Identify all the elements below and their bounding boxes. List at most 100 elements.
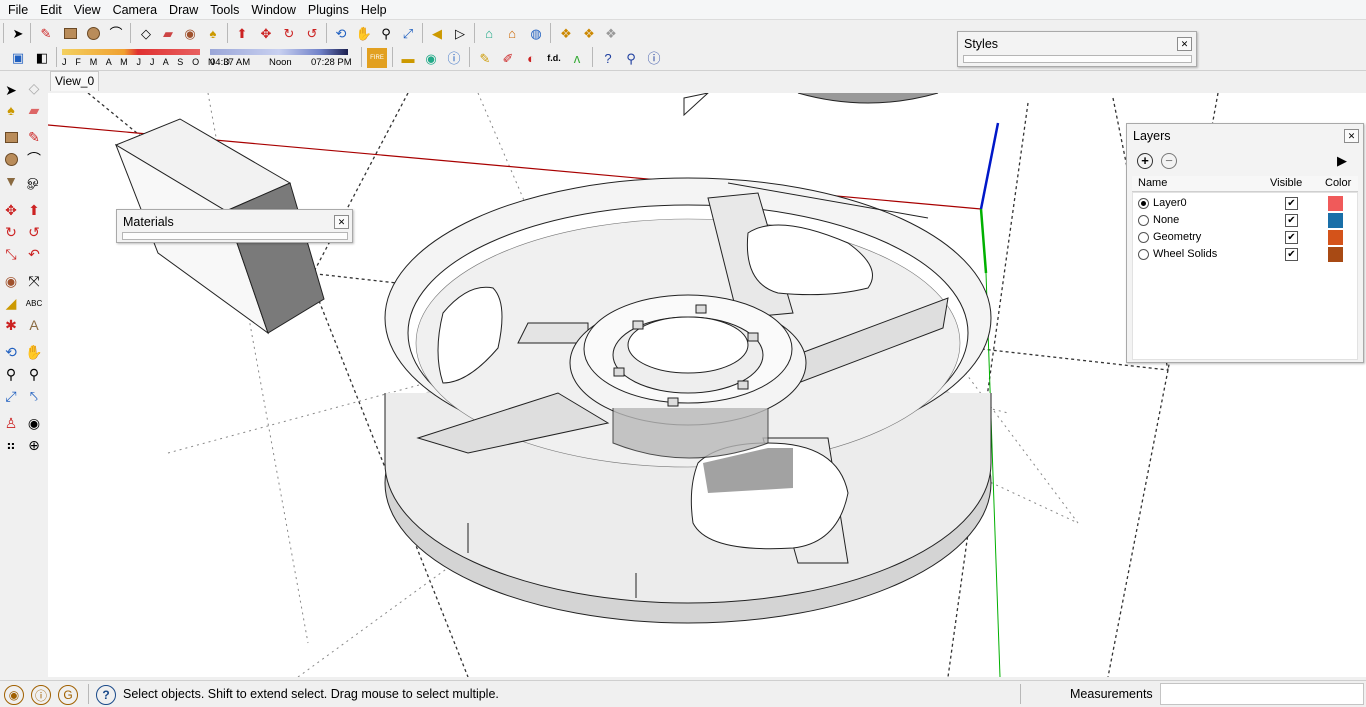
shadow-settings-icon[interactable]: ▣	[8, 47, 28, 67]
text-icon[interactable]: ABC	[24, 293, 44, 313]
time-slider[interactable]	[210, 49, 348, 55]
freehand-icon[interactable]: ௐ	[24, 171, 44, 191]
section-plane-icon[interactable]: ⊕	[24, 435, 44, 455]
select-icon[interactable]: ➤	[1, 80, 21, 100]
google-earth-icon[interactable]: ◍	[526, 23, 546, 43]
close-icon[interactable]: ✕	[334, 215, 349, 229]
menu-help[interactable]: Help	[355, 0, 393, 20]
circle-icon[interactable]	[1, 149, 21, 169]
visible-checkbox[interactable]: ✔	[1285, 231, 1298, 244]
credits-icon[interactable]: ⓘ	[31, 685, 51, 705]
orbit-icon[interactable]: ⟲	[331, 23, 351, 43]
visible-checkbox[interactable]: ✔	[1285, 197, 1298, 210]
info-icon[interactable]: ⓘ	[444, 48, 464, 68]
zoom-icon[interactable]: ⚲	[376, 23, 396, 43]
column-color[interactable]: Color	[1325, 177, 1351, 189]
help-icon[interactable]: ?	[598, 48, 618, 68]
folder-icon[interactable]: ▬	[398, 48, 418, 68]
rectangle-icon[interactable]	[60, 23, 80, 43]
zoom-extents-icon[interactable]: ⤢	[398, 23, 418, 43]
arc-icon[interactable]: ⌒	[106, 23, 126, 43]
select-icon[interactable]: ➤	[8, 23, 28, 43]
layer-color-swatch[interactable]	[1328, 196, 1343, 211]
fd-icon[interactable]: f.d.	[544, 48, 564, 68]
move-icon[interactable]: ✥	[1, 200, 21, 220]
component-icon[interactable]: ◇	[24, 78, 44, 98]
position-camera-icon[interactable]: ♙	[1, 413, 21, 433]
rotate-icon[interactable]: ↻	[279, 23, 299, 43]
styles-panel[interactable]: Styles ✕	[957, 31, 1197, 67]
eraser-icon[interactable]: ▰	[158, 23, 178, 43]
scene-tab-view0[interactable]: View_0	[50, 71, 100, 91]
walk-icon[interactable]: ⠶	[1, 435, 21, 455]
menu-tools[interactable]: Tools	[204, 0, 245, 20]
sign-in-icon[interactable]: G	[58, 685, 78, 705]
push-pull-icon[interactable]: ⬆	[24, 200, 44, 220]
rectangle-icon[interactable]	[1, 127, 21, 147]
layer-row[interactable]: None ✔	[1133, 212, 1359, 229]
ruler-icon[interactable]: ✎	[475, 48, 495, 68]
active-layer-radio[interactable]	[1138, 249, 1149, 260]
zoom-icon[interactable]: ⚲	[1, 364, 21, 384]
menu-plugins[interactable]: Plugins	[302, 0, 355, 20]
materials-panel[interactable]: Materials ✕	[116, 209, 353, 243]
pencil-icon[interactable]: ✎	[24, 127, 44, 147]
tape-measure-icon[interactable]: ◉	[180, 23, 200, 43]
menu-edit[interactable]: Edit	[34, 0, 68, 20]
layer-color-swatch[interactable]	[1328, 247, 1343, 262]
menu-view[interactable]: View	[68, 0, 107, 20]
section-icon[interactable]: ◐	[521, 48, 541, 68]
grass-icon[interactable]: ᴧ	[567, 48, 587, 68]
zoom-window-icon[interactable]: ⚲	[24, 364, 44, 384]
layer-row[interactable]: Layer0 ✔	[1133, 195, 1359, 212]
menu-camera[interactable]: Camera	[107, 0, 163, 20]
offset-icon[interactable]: ↶	[24, 244, 44, 264]
circle-icon[interactable]	[83, 23, 103, 43]
layer-details-icon[interactable]: ▶	[1337, 153, 1347, 169]
delete-layer-icon[interactable]: −	[1161, 153, 1177, 169]
active-layer-radio[interactable]	[1138, 232, 1149, 243]
visible-checkbox[interactable]: ✔	[1285, 214, 1298, 227]
share-component-icon[interactable]: ❖	[579, 23, 599, 43]
scale-icon[interactable]: ⤡	[1, 244, 21, 264]
protractor-icon[interactable]: ◢	[1, 293, 21, 313]
pan-icon[interactable]: ✋	[354, 23, 374, 43]
previous-icon[interactable]: ⤣	[24, 386, 44, 406]
pencil-icon[interactable]: ✎	[36, 23, 56, 43]
close-icon[interactable]: ✕	[1344, 129, 1359, 143]
3d-text-icon[interactable]: A	[24, 315, 44, 335]
close-icon[interactable]: ✕	[1177, 37, 1192, 51]
paint-bucket-icon[interactable]: ♠	[203, 23, 223, 43]
rotate-icon[interactable]: ↻	[1, 222, 21, 242]
layer-color-swatch[interactable]	[1328, 213, 1343, 228]
about-icon[interactable]: ⓘ	[644, 48, 664, 68]
menu-draw[interactable]: Draw	[163, 0, 204, 20]
display-shadows-icon[interactable]: ◧	[32, 47, 52, 67]
eraser-icon[interactable]: ▰	[24, 100, 44, 120]
search-help-icon[interactable]: ⚲	[621, 48, 641, 68]
axes-icon[interactable]: ✱	[1, 315, 21, 335]
follow-me-icon[interactable]: ↺	[24, 222, 44, 242]
look-around-icon[interactable]: ◉	[24, 413, 44, 433]
share-model-icon[interactable]: ⌂	[502, 23, 522, 43]
next-view-icon[interactable]: ▷	[450, 23, 470, 43]
visible-checkbox[interactable]: ✔	[1285, 248, 1298, 261]
geolocation-icon[interactable]: ◉	[4, 685, 24, 705]
column-visible[interactable]: Visible	[1270, 177, 1302, 189]
column-name[interactable]: Name	[1138, 177, 1167, 189]
add-layer-icon[interactable]: +	[1137, 153, 1153, 169]
push-pull-icon[interactable]: ⬆	[232, 23, 252, 43]
make-component-icon[interactable]: ◇	[136, 23, 156, 43]
layer-row[interactable]: Geometry ✔	[1133, 229, 1359, 246]
arc-icon[interactable]: ⌒	[24, 149, 44, 169]
pan-icon[interactable]: ✋	[24, 342, 44, 362]
orbit-icon[interactable]: ⟲	[1, 342, 21, 362]
dimension-icon[interactable]: ⤧	[24, 271, 44, 291]
components-icon[interactable]: ❖	[556, 23, 576, 43]
globe-icon[interactable]: ◉	[421, 48, 441, 68]
move-icon[interactable]: ✥	[256, 23, 276, 43]
active-layer-radio[interactable]	[1138, 215, 1149, 226]
menu-file[interactable]: File	[2, 0, 34, 20]
active-layer-radio[interactable]	[1138, 198, 1149, 209]
previous-view-icon[interactable]: ◀	[427, 23, 447, 43]
